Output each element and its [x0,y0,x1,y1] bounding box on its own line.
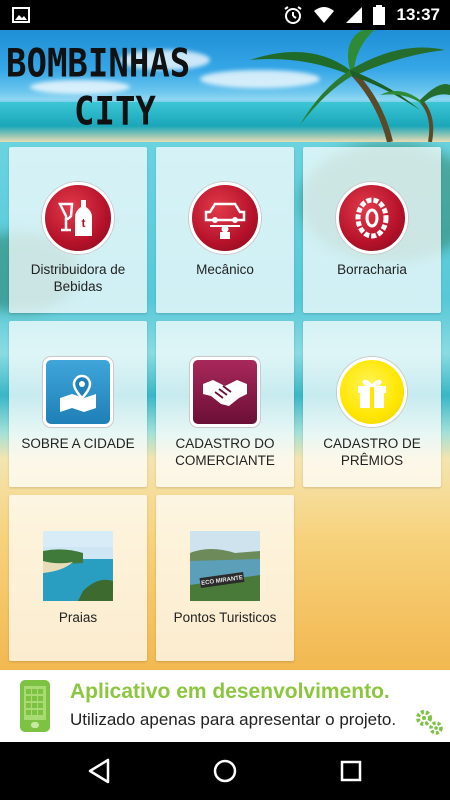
tile-distribuidora-bebidas[interactable]: t Distribuidora de Bebidas [9,147,147,313]
tile-label: Borracharia [337,262,407,277]
drinks-icon: t [42,182,114,254]
image-icon [12,7,30,23]
status-time: 13:37 [396,5,440,24]
mechanic-icon [189,182,261,254]
app-title-line1: BOMBINHAS [6,41,191,87]
wifi-icon [313,7,334,23]
map-pin-icon [43,357,113,427]
tile-pontos-turisticos[interactable]: ECO MIRANTE Pontos Turisticos [156,495,294,661]
tile-label: Mecânico [196,262,254,277]
tourist-spot-photo: ECO MIRANTE [190,531,260,601]
alarm-icon [283,6,302,24]
tile-cadastro-premios[interactable]: CADASTRO DE PRÊMIOS [303,321,441,487]
tile-mecanico[interactable]: Mecânico [156,147,294,313]
recents-icon[interactable] [336,756,366,786]
svg-text:t: t [82,216,86,230]
beach-photo [43,531,113,601]
app-title-line2: CITY [74,89,156,135]
status-bar: 13:37 [0,0,450,30]
main-menu-area: t Distribuidora de Bebidas Mecânico Borr… [0,142,450,670]
home-icon[interactable] [210,756,240,786]
dev-banner-subtitle: Utilizado apenas para apresentar o proje… [70,710,397,729]
tile-borracharia[interactable]: Borracharia [303,147,441,313]
tile-label: CADASTRO DO COMERCIANTE [175,436,275,468]
gears-icon [416,710,443,735]
tile-label: Praias [58,610,98,625]
tile-label: Pontos Turisticos [173,610,277,625]
tire-icon [336,182,408,254]
tile-cadastro-comerciante[interactable]: CADASTRO DO COMERCIANTE [156,321,294,487]
phone-app-icon [20,680,50,732]
navigation-bar [0,742,450,800]
back-icon[interactable] [84,756,114,786]
dev-banner-title: Aplicativo em desenvolvimento. [70,680,390,703]
signal-icon [345,7,362,23]
tile-praias[interactable]: Praias [9,495,147,661]
tile-label: CADASTRO DE PRÊMIOS [323,436,421,468]
battery-icon [372,5,385,25]
tile-sobre-cidade[interactable]: SOBRE A CIDADE [9,321,147,487]
tile-label: SOBRE A CIDADE [21,436,135,451]
palm-tree-image [250,30,450,142]
header-banner: BOMBINHAS CITY [0,30,450,142]
dev-banner: Aplicativo em desenvolvimento. Utilizado… [0,670,450,742]
handshake-icon [190,357,260,427]
tile-label: Distribuidora de Bebidas [30,262,126,294]
gift-icon [337,357,407,427]
